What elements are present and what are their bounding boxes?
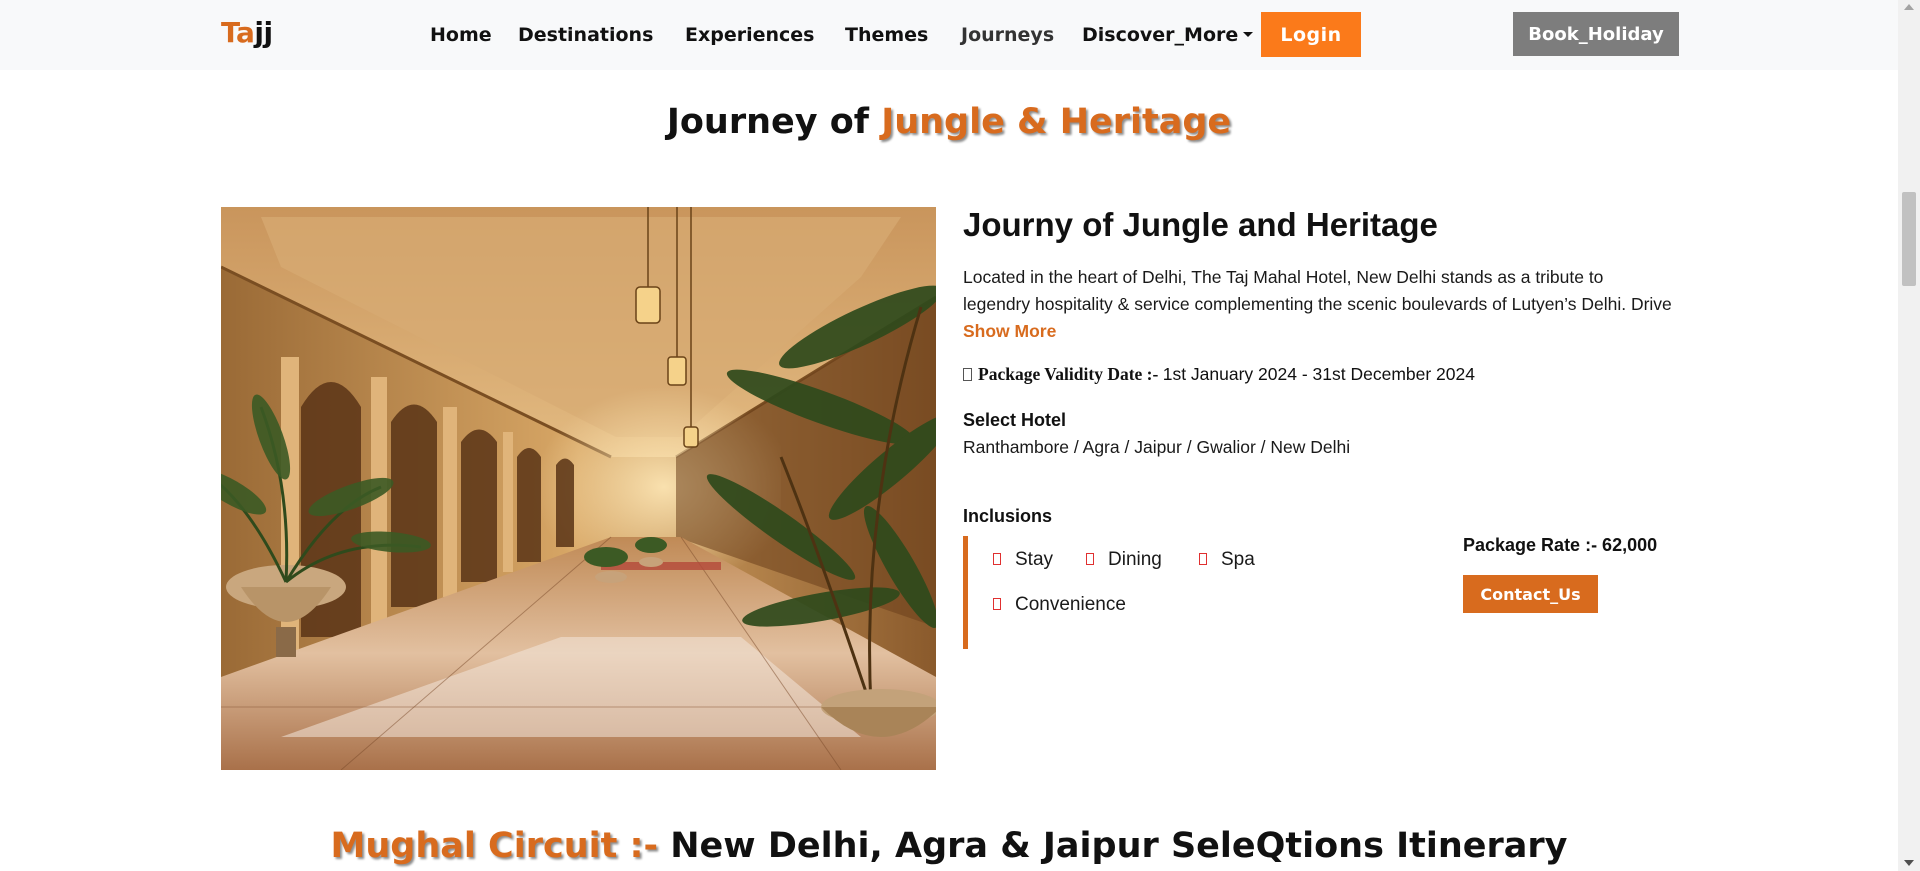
show-more-link[interactable]: Show More xyxy=(963,321,1056,341)
itinerary-title-rest: New Delhi, Agra & Jaipur SeleQtions Itin… xyxy=(670,826,1568,866)
inclusions-accent-bar xyxy=(963,536,968,649)
hotel-list[interactable]: Ranthambore / Agra / Jaipur / Gwalior / … xyxy=(963,437,1350,458)
section-title: Journey of Jungle & Heritage xyxy=(0,102,1898,142)
package-title: Journy of Jungle and Heritage xyxy=(963,206,1438,243)
caret-down-icon xyxy=(1243,32,1254,37)
scroll-up-arrow-icon[interactable] xyxy=(1904,4,1914,10)
validity-label: Package Validity Date :- xyxy=(978,364,1163,384)
nav-themes[interactable]: Themes xyxy=(845,24,928,46)
itinerary-title: Mughal Circuit :- New Delhi, Agra & Jaip… xyxy=(0,826,1898,866)
brand-logo[interactable]: Tajj xyxy=(221,16,273,49)
package-validity: Package Validity Date :- 1st January 202… xyxy=(963,364,1475,385)
inclusions-label: Inclusions xyxy=(963,506,1053,526)
nav-discover-more[interactable]: Discover_More xyxy=(1082,24,1254,46)
logo-part-1: Ta xyxy=(221,16,255,49)
section-title-accent: Jungle & Heritage xyxy=(881,102,1232,142)
bullet-icon xyxy=(1199,553,1207,565)
bullet-icon xyxy=(1086,553,1094,565)
inclusion-label: Convenience xyxy=(1015,594,1126,615)
nav-discover-more-label: Discover_More xyxy=(1082,24,1239,46)
nav-home[interactable]: Home xyxy=(430,24,492,46)
validity-value: 1st January 2024 - 31st December 2024 xyxy=(1162,364,1475,384)
section-title-prefix: Journey of xyxy=(666,102,882,142)
navbar: Tajj Home Destinations Experiences Theme… xyxy=(0,0,1898,70)
package-rate: Package Rate :- 62,000 xyxy=(1463,535,1658,555)
bullet-icon xyxy=(993,553,1001,565)
package-description: Located in the heart of Delhi, The Taj M… xyxy=(963,264,1675,345)
nav-experiences[interactable]: Experiences xyxy=(685,24,814,46)
inclusion-label: Spa xyxy=(1221,549,1255,570)
book-holiday-button[interactable]: Book_Holiday xyxy=(1513,12,1679,56)
logo-part-2: jj xyxy=(254,16,273,49)
package-description-text: Located in the heart of Delhi, The Taj M… xyxy=(963,267,1672,314)
inclusion-item: Dining xyxy=(1086,549,1162,571)
inclusion-item: Spa xyxy=(1199,549,1255,571)
contact-us-button[interactable]: Contact_Us xyxy=(1463,575,1598,613)
itinerary-title-accent: Mughal Circuit :- xyxy=(330,826,671,866)
calendar-icon xyxy=(963,368,972,381)
inclusion-label: Dining xyxy=(1108,549,1162,570)
hotel-corridor-image xyxy=(221,207,936,770)
nav-destinations[interactable]: Destinations xyxy=(518,24,653,46)
inclusion-item: Convenience xyxy=(993,594,1126,616)
page-scrollbar[interactable] xyxy=(1898,0,1920,871)
scroll-down-arrow-icon[interactable] xyxy=(1904,860,1914,866)
inclusion-label: Stay xyxy=(1015,549,1054,570)
nav-journeys[interactable]: Journeys xyxy=(961,24,1054,46)
bullet-icon xyxy=(993,598,1001,610)
select-hotel-label: Select Hotel xyxy=(963,410,1067,430)
login-button[interactable]: Login xyxy=(1261,12,1361,57)
inclusion-item: Stay xyxy=(993,549,1053,571)
scroll-thumb[interactable] xyxy=(1902,192,1916,286)
